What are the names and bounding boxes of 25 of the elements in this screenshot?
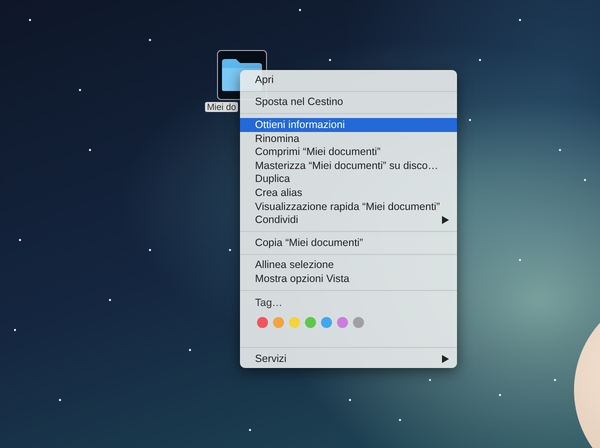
tag-color-dot[interactable] [337, 316, 348, 328]
menu-item[interactable]: Apri [240, 73, 457, 87]
tag-color-dot[interactable] [273, 316, 284, 328]
submenu-arrow-icon [442, 216, 449, 224]
tag-color-dot[interactable] [289, 316, 300, 328]
menu-item[interactable]: Duplica [240, 172, 457, 186]
menu-item[interactable]: Sposta nel Cestino [240, 96, 457, 110]
menu-item[interactable]: Copia “Miei documenti” [240, 236, 457, 250]
submenu-arrow-icon [442, 354, 449, 363]
tag-color-dot[interactable] [305, 316, 316, 328]
menu-item[interactable]: Servizi [240, 352, 457, 366]
menu-item[interactable]: Ottieni informazioni [240, 118, 457, 132]
folder-name[interactable]: Miei do [205, 102, 238, 112]
menu-item[interactable]: Allinea selezione [240, 258, 457, 272]
tag-color-dot[interactable] [353, 316, 364, 328]
menu-item[interactable]: Masterizza “Miei documenti” su disco… [240, 158, 457, 173]
tag-color-dot[interactable] [257, 316, 268, 328]
menu-item[interactable]: Visualizzazione rapida “Miei documenti” [240, 200, 457, 214]
menu-item[interactable]: Mostra opzioni Vista [240, 272, 457, 286]
menu-item[interactable]: Rinomina [240, 132, 457, 146]
menu-item[interactable]: Tag… [240, 294, 457, 311]
menu-item[interactable]: Crea alias [240, 186, 457, 200]
menu-item[interactable]: Condividi [240, 213, 457, 227]
menu-item[interactable]: Comprimi “Miei documenti” [240, 145, 457, 159]
tag-color-dot[interactable] [321, 316, 332, 328]
